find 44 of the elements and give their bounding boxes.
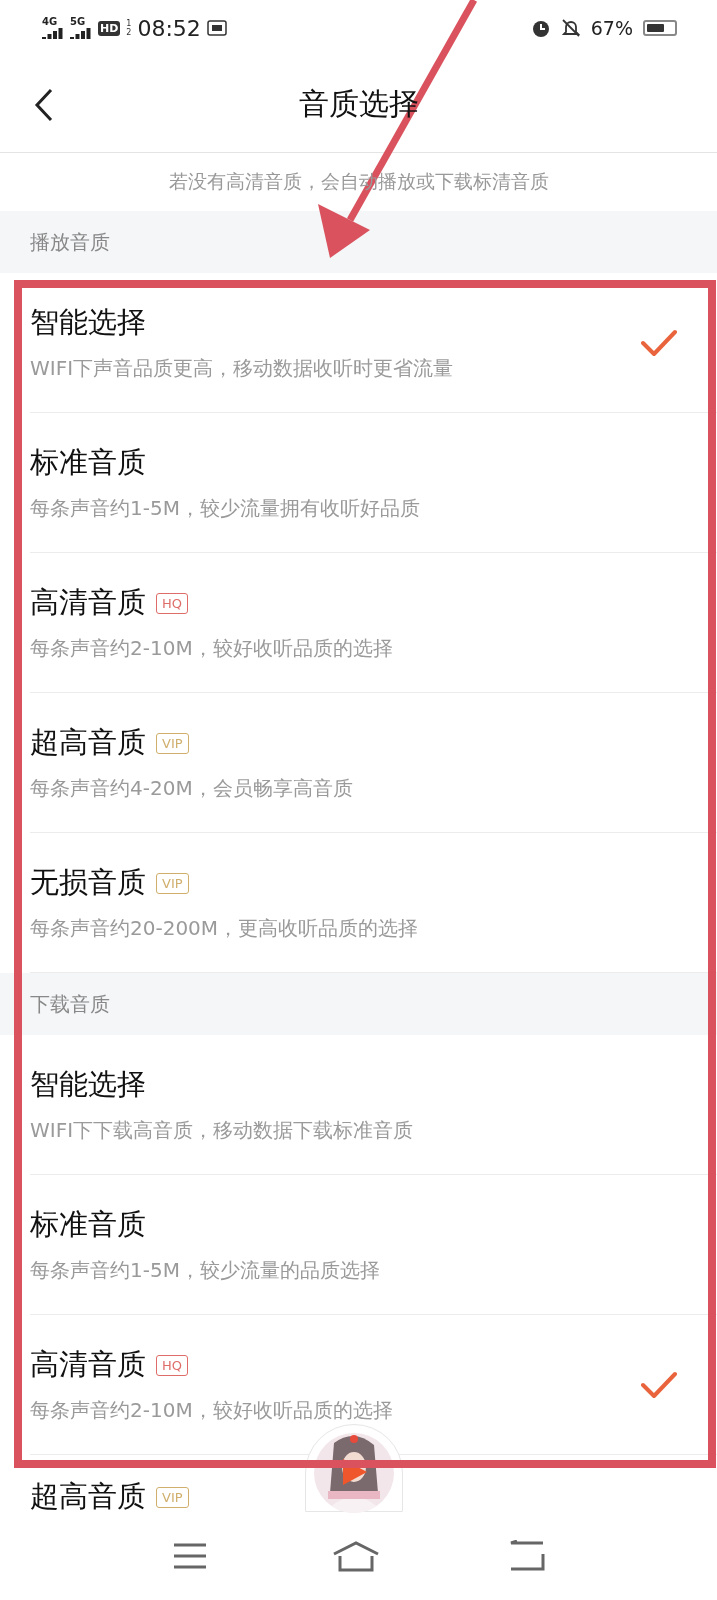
quality-option[interactable]: 高清音质 HQ 每条声音约2-10M，较好收听品质的选择: [30, 553, 717, 693]
quality-option[interactable]: 超高音质 VIP 每条声音约4-20M，会员畅享高音质: [30, 693, 717, 833]
network-label: 4G: [42, 17, 58, 27]
option-description: WIFI下下载高音质，移动数据下载标准音质: [30, 1117, 415, 1144]
play-button[interactable]: [341, 1457, 369, 1487]
option-title: 标准音质: [30, 1206, 146, 1243]
quality-badge: VIP: [156, 732, 189, 754]
quality-option[interactable]: 智能选择 WIFI下声音品质更高，移动数据收听时更省流量: [30, 273, 717, 413]
option-title: 高清音质: [30, 584, 146, 621]
sim-label: 2: [126, 28, 132, 37]
quality-option[interactable]: 标准音质 每条声音约1-5M，较少流量拥有收听好品质: [30, 413, 717, 553]
quality-option[interactable]: 标准音质 每条声音约1-5M，较少流量的品质选择: [30, 1175, 717, 1315]
quality-badge: HQ: [156, 592, 188, 614]
section-header: 播放音质: [0, 211, 717, 273]
quality-badge: VIP: [156, 1486, 189, 1508]
bell-off-icon: [560, 18, 581, 38]
option-description: 每条声音约1-5M，较少流量拥有收听好品质: [30, 495, 421, 522]
option-title: 超高音质: [30, 1478, 146, 1511]
option-title: 高清音质: [30, 1346, 146, 1383]
option-description: WIFI下声音品质更高，移动数据收听时更省流量: [30, 355, 455, 382]
option-title: 智能选择: [30, 1066, 146, 1103]
quality-option[interactable]: 智能选择 WIFI下下载高音质，移动数据下载标准音质: [30, 1035, 717, 1175]
alarm-icon: [530, 18, 551, 38]
option-title: 超高音质: [30, 724, 146, 761]
sim-label: 1: [126, 19, 132, 28]
option-description: 每条声音约4-20M，会员畅享高音质: [30, 775, 354, 802]
signal-icon: [70, 27, 92, 39]
section-header: 下载音质: [0, 973, 717, 1035]
quality-badge: VIP: [156, 872, 189, 894]
network-label: 5G: [70, 17, 86, 27]
signal-icon: [42, 27, 64, 39]
option-description: 每条声音约2-10M，较好收听品质的选择: [30, 1397, 394, 1424]
option-title: 智能选择: [30, 304, 146, 341]
clock-time: 08:52: [137, 15, 201, 41]
hd-label: HD: [98, 20, 121, 36]
option-description: 每条声音约1-5M，较少流量的品质选择: [30, 1257, 381, 1284]
option-description: 每条声音约2-10M，较好收听品质的选择: [30, 635, 394, 662]
battery-percent: 67%: [590, 17, 633, 39]
option-title: 无损音质: [30, 864, 146, 901]
battery-icon: [643, 20, 677, 36]
quality-badge: HQ: [156, 1354, 188, 1376]
option-description: 每条声音约20-200M，更高收听品质的选择: [30, 915, 420, 942]
option-title: 标准音质: [30, 444, 146, 481]
quality-option[interactable]: 超高音质 VIP: [30, 1455, 717, 1511]
